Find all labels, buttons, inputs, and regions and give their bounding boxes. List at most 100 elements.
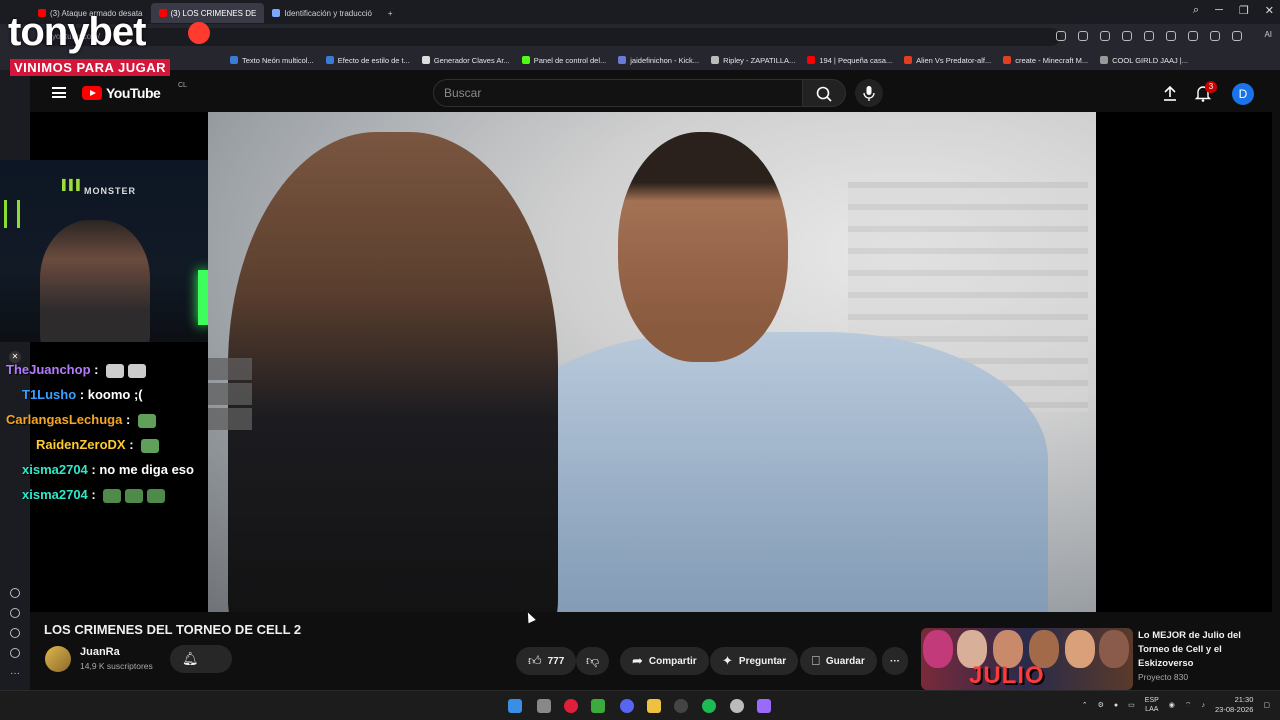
- bookmark-item[interactable]: Generador Claves Ar...: [421, 56, 510, 65]
- chat-message: xisma2704 :: [22, 487, 166, 503]
- search-button[interactable]: [802, 79, 846, 107]
- like-button[interactable]: 👍︎ 777: [516, 647, 577, 675]
- save-button[interactable]: ⎕ Guardar: [800, 647, 877, 675]
- globe-icon: [618, 56, 627, 64]
- document-icon: [421, 56, 430, 64]
- more-icon[interactable]: ···: [10, 668, 20, 679]
- search-input[interactable]: [433, 79, 803, 107]
- emote-icon: [103, 488, 122, 503]
- channel-avatar[interactable]: [45, 646, 71, 672]
- zoom-icon[interactable]: [1056, 31, 1066, 41]
- heart-icon[interactable]: [1166, 31, 1176, 41]
- discord-icon[interactable]: [620, 699, 634, 713]
- notification-bell-button[interactable]: 🔔︎: [170, 645, 232, 673]
- xbox-icon[interactable]: [591, 699, 605, 713]
- share-button[interactable]: ➦ Compartir: [620, 647, 709, 675]
- task-view-icon[interactable]: [537, 699, 551, 713]
- maximize-button[interactable]: ❐: [1239, 4, 1249, 17]
- play-icon[interactable]: [1144, 31, 1154, 41]
- overlay-bar: [208, 408, 252, 430]
- recommended-video-title[interactable]: Lo MEJOR de Julio del Torneo de Cell y e…: [1138, 629, 1268, 671]
- history-icon[interactable]: [10, 608, 20, 618]
- bookmark-item[interactable]: 194 | Pequeña casa...: [807, 56, 892, 65]
- bookmark-item[interactable]: Panel de control del...: [521, 56, 606, 65]
- hamburger-menu-icon[interactable]: [52, 87, 66, 98]
- minimize-button[interactable]: ─: [1215, 4, 1223, 17]
- recommended-video-thumbnail[interactable]: JULIO: [921, 628, 1133, 690]
- channel-name[interactable]: JuanRa: [80, 646, 120, 658]
- tab-2[interactable]: (3) LOS CRIMENES DE: [150, 3, 265, 23]
- notification-center-icon[interactable]: ▢: [1263, 701, 1270, 709]
- menu-icon[interactable]: [1210, 31, 1220, 41]
- youtube-icon: [807, 56, 816, 64]
- voice-search-button[interactable]: [855, 79, 883, 107]
- app-icon[interactable]: [757, 699, 771, 713]
- bookmark-item[interactable]: Ripley - ZAPATILLA...: [711, 56, 795, 65]
- search-tabs-icon[interactable]: ⌕: [1193, 4, 1199, 17]
- bookmark-item[interactable]: jaidefinichon - Kick...: [618, 56, 699, 65]
- bookmark-item[interactable]: COOL GIRLD JAAJ |...: [1100, 56, 1188, 65]
- bookmark-icon: [230, 56, 238, 64]
- ai-button[interactable]: AI: [1264, 30, 1272, 39]
- chevron-up-icon[interactable]: ⌃: [1082, 701, 1088, 709]
- folder-icon[interactable]: [647, 699, 661, 713]
- clock[interactable]: 21:30 23-08-2026: [1215, 695, 1253, 715]
- tab-3[interactable]: Identificación y traducció: [264, 3, 380, 23]
- steam-icon[interactable]: ●: [1114, 702, 1118, 709]
- opera-icon[interactable]: [564, 699, 578, 713]
- download-icon[interactable]: [1188, 31, 1198, 41]
- brand-logo: tonybet: [8, 10, 146, 54]
- sparkle-icon: [272, 9, 281, 17]
- sponsor-label: MONSTER: [84, 186, 136, 196]
- thumbnail-face: [1065, 630, 1095, 668]
- thumbs-down-icon: 👎︎: [586, 653, 600, 668]
- settings-icon[interactable]: [10, 628, 20, 638]
- brand-slogan: VINIMOS PARA JUGAR: [10, 59, 171, 76]
- profile-icon[interactable]: [1232, 31, 1242, 41]
- bookmark-item[interactable]: Efecto de estilo de t...: [325, 56, 410, 65]
- obs-icon[interactable]: [674, 699, 688, 713]
- shield-icon[interactable]: [1122, 31, 1132, 41]
- battery-icon[interactable]: ▭: [1128, 701, 1135, 709]
- windows-start-icon[interactable]: [508, 699, 522, 713]
- emote-icon: [137, 413, 156, 428]
- network-icon[interactable]: ⚙: [1098, 701, 1104, 709]
- ask-button[interactable]: ✦ Preguntar: [710, 647, 799, 675]
- lightbulb-icon[interactable]: [10, 648, 20, 658]
- spotify-icon[interactable]: [702, 699, 716, 713]
- video-player[interactable]: [208, 112, 1096, 612]
- language-indicator[interactable]: ESP LAA: [1145, 696, 1159, 714]
- overlay-bar: [208, 383, 252, 405]
- youtube-logo[interactable]: YouTube: [82, 85, 161, 101]
- wifi-icon[interactable]: ⌔: [1185, 701, 1192, 710]
- dislike-button[interactable]: 👎︎: [576, 647, 610, 675]
- close-button[interactable]: ✕: [1265, 4, 1274, 17]
- system-tray: ⌃ ⚙ ● ▭ ESP LAA ◉ ⌔ ♪ 21:30 23-08-2026 ▢: [1082, 695, 1270, 715]
- ripley-icon: [711, 56, 720, 64]
- address-bar-tools: [1056, 31, 1242, 41]
- monster-logo-icon: [4, 200, 20, 228]
- bookmark-icon: [325, 56, 334, 64]
- upload-button[interactable]: [1162, 85, 1178, 101]
- chrome-icon[interactable]: [730, 699, 744, 713]
- bookmark-item[interactable]: Alien Vs Predator-alf...: [904, 56, 991, 65]
- emote-icon: [147, 488, 166, 503]
- new-tab-button[interactable]: +: [380, 3, 401, 23]
- camera-icon[interactable]: [1100, 31, 1110, 41]
- kick-icon: [521, 56, 530, 64]
- emote-icon: [141, 438, 160, 453]
- bookmark-item[interactable]: create - Minecraft M...: [1003, 56, 1088, 65]
- volume-icon[interactable]: ♪: [1202, 702, 1206, 709]
- sparkle-icon: ✦: [722, 653, 733, 668]
- heart-icon[interactable]: [10, 588, 20, 598]
- curseforge-icon: [1003, 56, 1012, 64]
- more-actions-button[interactable]: ···: [882, 647, 908, 675]
- chat-message: T1Lusho : koomo ;(: [22, 387, 143, 402]
- bookmark-icon: ⎕: [812, 653, 820, 668]
- location-icon[interactable]: ◉: [1169, 701, 1175, 709]
- more-icon: ···: [890, 655, 900, 667]
- account-avatar[interactable]: D: [1232, 83, 1254, 105]
- taskbar: ⌃ ⚙ ● ▭ ESP LAA ◉ ⌔ ♪ 21:30 23-08-2026 ▢: [0, 690, 1280, 720]
- bookmark-item[interactable]: Texto Neón multicol...: [230, 56, 314, 65]
- edit-icon[interactable]: [1078, 31, 1088, 41]
